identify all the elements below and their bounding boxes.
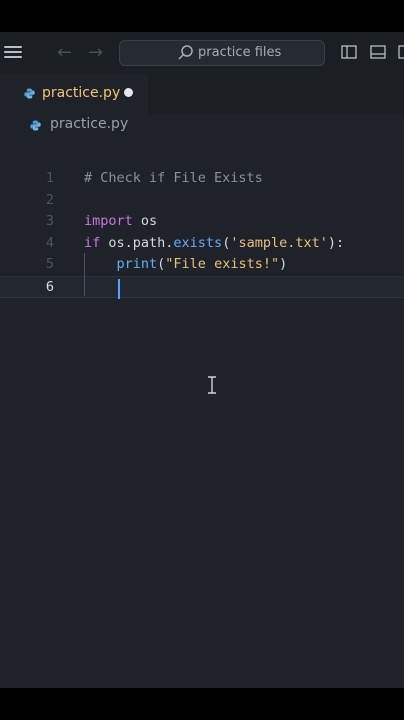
- tab-label: practice.py: [42, 85, 121, 101]
- code-line[interactable]: 1 # Check if File Exists: [0, 168, 404, 190]
- python-file-icon: [30, 120, 41, 131]
- line-number: 5: [45, 256, 54, 273]
- breadcrumb-file[interactable]: practice.py: [50, 116, 128, 132]
- tab-bar: practice.py: [0, 74, 404, 116]
- code-token: print: [116, 256, 158, 273]
- code-token: exists: [173, 234, 223, 251]
- code-token: "File exists!": [165, 256, 280, 273]
- back-arrow-icon[interactable]: ←: [57, 41, 72, 65]
- code-line[interactable]: 2: [0, 190, 404, 212]
- code-token: os.path.: [100, 234, 174, 251]
- toggle-panel-icon[interactable]: [370, 44, 386, 60]
- python-file-icon: [24, 88, 35, 99]
- code-token: # Check if File Exists: [84, 170, 263, 186]
- editor-window: ← → practice files practice.py practice.…: [0, 32, 404, 688]
- line-code: import os: [84, 211, 157, 233]
- menu-icon[interactable]: [4, 46, 22, 60]
- breadcrumb: practice.py: [0, 114, 404, 136]
- code-token: if: [84, 234, 101, 251]
- line-number: 2: [45, 191, 54, 208]
- code-line[interactable]: 4 if os.path.exists('sample.txt'):: [0, 233, 404, 255]
- more-layout-icon[interactable]: [398, 44, 404, 60]
- code-token: 'sample.txt': [230, 234, 328, 251]
- code-editor[interactable]: 1 # Check if File Exists 2 3 import os 4 if os…: [0, 136, 404, 688]
- code-line[interactable]: 3 import os: [0, 211, 404, 233]
- split-editor-icon[interactable]: [341, 44, 357, 60]
- search-input[interactable]: practice files: [119, 40, 325, 66]
- ibeam-cursor-icon: [208, 376, 216, 394]
- line-number: 1: [45, 170, 54, 186]
- line-number: 4: [45, 234, 54, 251]
- code-line[interactable]: 6: [0, 276, 404, 298]
- code-token: os: [132, 213, 158, 230]
- line-code: if os.path.exists('sample.txt'):: [84, 233, 344, 255]
- line-code: print("File exists!"): [84, 254, 288, 276]
- line-code: # Check if File Exists: [84, 168, 263, 190]
- indent-guide: [84, 253, 85, 296]
- unsaved-dot-icon[interactable]: [124, 88, 133, 97]
- line-number: 3: [45, 213, 54, 230]
- text-caret: [118, 279, 120, 299]
- search-icon: [178, 45, 193, 60]
- code-token: import: [84, 213, 133, 230]
- code-token: ):: [327, 234, 345, 251]
- forward-arrow-icon[interactable]: →: [88, 41, 103, 65]
- line-number: 6: [45, 279, 54, 295]
- code-line[interactable]: 5 print("File exists!"): [0, 254, 404, 276]
- title-bar: ← → practice files: [0, 32, 404, 74]
- search-label: practice files: [198, 45, 282, 60]
- code-token: ): [279, 256, 288, 273]
